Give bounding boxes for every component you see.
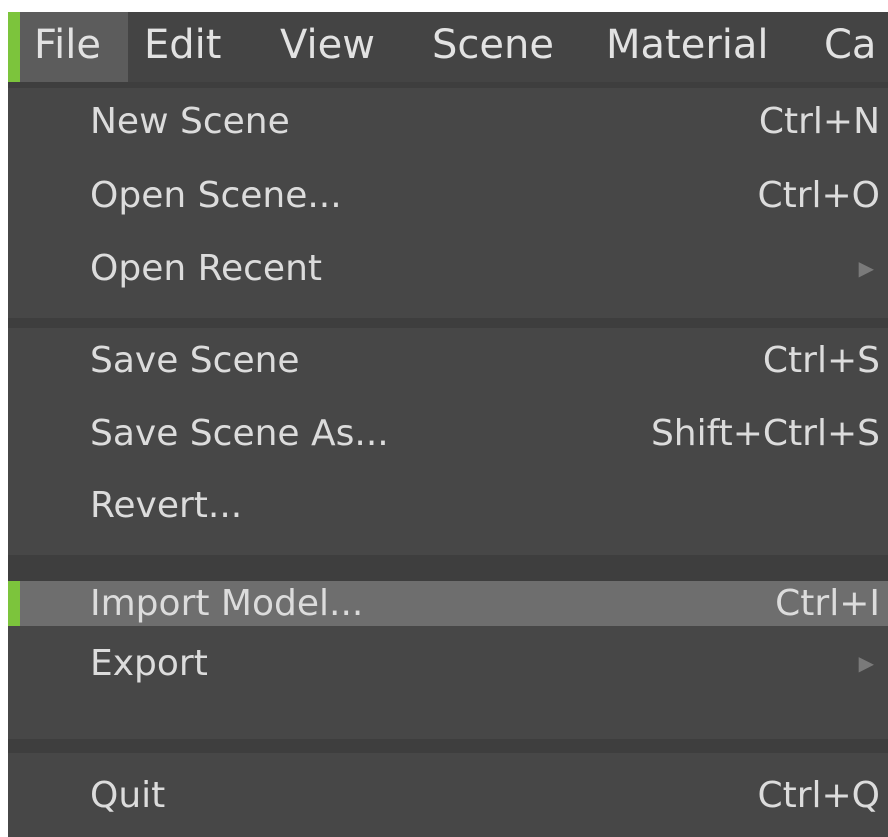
menu-scene[interactable]: Scene <box>432 12 554 82</box>
menu-item-export[interactable]: Export ▶ <box>8 641 888 686</box>
menu-item-new-scene[interactable]: New Scene Ctrl+N <box>8 99 888 144</box>
menu-item-label: Revert... <box>90 485 243 526</box>
menu-view[interactable]: View <box>280 12 375 82</box>
menu-group-save: Save Scene Ctrl+S Save Scene As... Shift… <box>8 328 888 555</box>
menu-item-label: Save Scene <box>90 340 300 381</box>
menu-group-open: New Scene Ctrl+N Open Scene... Ctrl+O Op… <box>8 88 888 318</box>
menu-item-save-scene[interactable]: Save Scene Ctrl+S <box>8 338 888 383</box>
menu-file[interactable]: File <box>20 12 128 82</box>
highlight-accent-marker <box>8 581 20 626</box>
menu-item-label: Open Scene... <box>90 175 342 216</box>
menu-item-label: Export <box>90 643 208 684</box>
menu-item-open-scene[interactable]: Open Scene... Ctrl+O <box>8 173 888 218</box>
menu-item-label: Open Recent <box>90 248 323 289</box>
menu-item-label: Save Scene As... <box>90 413 389 454</box>
menu-item-label: New Scene <box>90 101 290 142</box>
menu-item-import-model[interactable]: Import Model... Ctrl+I <box>8 581 888 626</box>
menu-item-quit[interactable]: Quit Ctrl+Q <box>8 773 888 818</box>
menu-edit[interactable]: Edit <box>144 12 221 82</box>
menu-material[interactable]: Material <box>606 12 769 82</box>
menu-item-save-scene-as[interactable]: Save Scene As... Shift+Ctrl+S <box>8 411 888 456</box>
menu-item-label: Quit <box>90 775 166 816</box>
menu-item-label: Import Model... <box>90 583 364 624</box>
application-window: File Edit View Scene Material Ca New Sce… <box>8 12 888 837</box>
menu-item-shortcut: Ctrl+N <box>758 101 880 142</box>
menu-item-shortcut: Shift+Ctrl+S <box>650 413 880 454</box>
menu-item-shortcut: Ctrl+O <box>757 175 880 216</box>
menu-item-revert[interactable]: Revert... <box>8 483 888 528</box>
submenu-arrow-icon: ▶ <box>858 651 874 675</box>
submenu-arrow-icon: ▶ <box>858 256 874 280</box>
menu-camera-truncated[interactable]: Ca <box>824 12 876 82</box>
menu-group-quit: Quit Ctrl+Q <box>8 753 888 837</box>
menu-bar-accent-marker <box>8 12 20 82</box>
menu-bar: File Edit View Scene Material Ca <box>8 12 888 82</box>
menu-group-import-export: Import Model... Ctrl+I Export ▶ <box>8 581 888 739</box>
menu-item-shortcut: Ctrl+Q <box>757 775 880 816</box>
menu-item-open-recent[interactable]: Open Recent ▶ <box>8 246 888 291</box>
file-menu-dropdown: New Scene Ctrl+N Open Scene... Ctrl+O Op… <box>8 84 888 837</box>
menu-item-shortcut: Ctrl+I <box>775 583 880 624</box>
menu-item-shortcut: Ctrl+S <box>762 340 880 381</box>
